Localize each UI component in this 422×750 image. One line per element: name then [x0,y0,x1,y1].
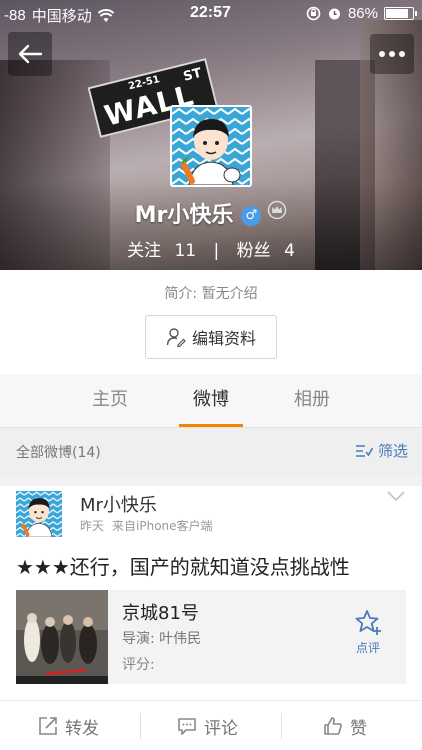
avatar[interactable] [16,491,62,537]
post-count: 全部微博(14) [16,445,101,461]
film-rating: 评分: [122,657,155,673]
carrier-name: 中国移动 [31,8,92,25]
signal-strength: -88 [4,7,26,24]
post-time: 昨天 [80,519,105,533]
post-content: ★★★还行，国产的就知道没点挑战性 [16,555,350,579]
chevron-down-icon[interactable] [386,490,406,502]
crown-icon[interactable] [267,200,287,226]
rate-button[interactable]: 点评 [346,608,390,656]
wifi-icon [97,8,114,22]
followers-link[interactable]: 粉丝 4 [233,241,299,261]
profile-bio: 简介: 暂无介绍 [164,286,258,302]
edit-user-icon [166,328,186,347]
comment-icon [178,718,196,735]
thumbs-up-icon [324,717,342,735]
post-actions: 转发 评论 赞 [0,700,422,750]
film-director: 导演: 叶伟民 [122,631,202,647]
back-arrow-icon [18,44,43,64]
battery-percent: 86% [347,5,378,22]
post-source: 来自iPhone客户端 [112,519,213,533]
back-button[interactable] [8,32,52,76]
post-meta: 昨天 来自iPhone客户端 [80,517,221,534]
profile-name: Mr小快乐 ♂ [0,197,422,229]
film-title: 京城81号 [122,603,199,624]
active-tab-indicator [179,424,243,427]
film-card[interactable]: 京城81号 导演: 叶伟民 评分: 点评 [16,590,406,684]
follow-stats: 关注 11 | 粉丝 4 [0,236,422,261]
repost-icon [39,717,57,735]
status-bar: -88 中国移动 22:57 86% [0,0,422,28]
following-link[interactable]: 关注 11 [123,241,200,261]
like-button[interactable]: 赞 [323,701,367,750]
comment-button[interactable]: 评论 [177,701,238,750]
more-dots-icon [379,51,405,57]
post-author[interactable]: Mr小快乐 [80,491,157,517]
tab-album[interactable]: 相册 [272,374,352,428]
profile-avatar[interactable] [170,105,252,187]
filter-button[interactable]: 筛选 [355,440,408,461]
more-button[interactable] [370,34,414,74]
edit-profile-button[interactable]: 编辑资料 [145,315,277,359]
film-poster [16,590,108,684]
repost-button[interactable]: 转发 [38,701,99,750]
filter-icon [355,444,373,457]
avatar-image [16,491,62,537]
weibo-post: Mr小快乐 昨天 来自iPhone客户端 ★★★还行，国产的就知道没点挑战性 京… [0,486,422,700]
male-icon: ♂ [241,206,262,226]
avatar-image [172,107,250,185]
profile-intro: 简介: 暂无介绍 编辑资料 [0,270,422,374]
followers-count: 4 [284,241,295,261]
filter-bar: 全部微博(14) 筛选 [0,428,422,476]
status-time: 22:57 [190,4,231,21]
tab-home[interactable]: 主页 [70,374,150,428]
alarm-icon [328,8,340,20]
profile-cover: 22-51 WALL ST -88 中国移动 22:57 86% Mr小快乐 ♂… [0,0,422,270]
tab-weibo[interactable]: 微博 [171,374,251,428]
star-plus-icon [355,610,381,635]
battery-icon [384,7,417,20]
stats-divider: | [213,241,220,261]
following-count: 11 [174,241,197,261]
profile-tabs: 主页 微博 相册 [0,374,422,428]
rotation-lock-icon [306,6,321,21]
